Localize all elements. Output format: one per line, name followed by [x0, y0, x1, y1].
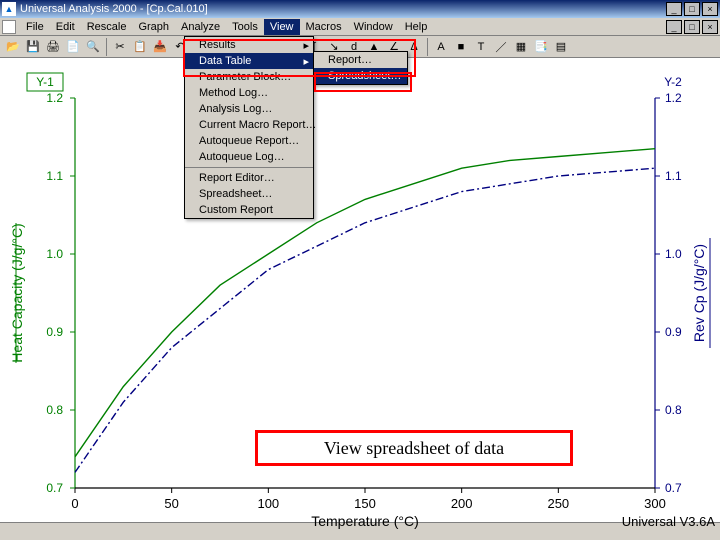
menu-item-label: Data Table [199, 55, 251, 67]
menu-analyze[interactable]: Analyze [175, 19, 226, 35]
x-tick-label: 200 [451, 496, 473, 511]
view-menu-parameter-block[interactable]: Parameter Block… [185, 69, 313, 85]
print1-button[interactable]: 🖨 [44, 38, 62, 56]
y2-marker: Y-2 [664, 75, 682, 89]
view-dropdown: Results ▸ Data Table ▸ Report… Spreadshe… [184, 36, 314, 219]
plot-svg: 0501001502002503000.70.80.91.01.11.20.70… [0, 58, 720, 540]
app-icon: ▲ [2, 2, 16, 16]
y-left-tick-label: 0.9 [46, 325, 63, 339]
x-tick-label: 0 [71, 496, 78, 511]
menu-window[interactable]: Window [348, 19, 399, 35]
series-0 [75, 149, 655, 457]
x-tick-label: 250 [547, 496, 569, 511]
y-left-tick-label: 0.7 [46, 481, 63, 495]
stop-button[interactable]: ■ [452, 38, 470, 56]
y-left-tick-label: 1.1 [46, 169, 63, 183]
view-menu-analysis-log[interactable]: Analysis Log… [185, 101, 313, 117]
submenu-arrow-icon: ▸ [303, 55, 309, 68]
view-menu-autoqueue-report[interactable]: Autoqueue Report… [185, 133, 313, 149]
app-title: Universal Analysis 2000 - [Cp.Cal.010] [20, 3, 208, 15]
x-tick-label: 300 [644, 496, 666, 511]
annotation-callout: View spreadsheet of data [255, 430, 573, 466]
print2-button[interactable]: 📄 [64, 38, 82, 56]
view-menu-current-macro-report[interactable]: Current Macro Report… [185, 117, 313, 133]
y-right-tick-label: 1.1 [665, 169, 682, 183]
view-menu-method-log[interactable]: Method Log… [185, 85, 313, 101]
y-left-tick-label: 0.8 [46, 403, 63, 417]
cut-button[interactable]: ✂ [111, 38, 129, 56]
doc-close-button[interactable]: × [702, 20, 718, 34]
y-left-tick-label: 1.0 [46, 247, 63, 261]
y-left-axis-label: Heat Capacity (J/g/°C) [9, 223, 25, 362]
y-right-tick-label: 0.9 [665, 325, 682, 339]
y-right-tick-label: 0.8 [665, 403, 682, 417]
y-right-axis-label: Rev Cp (J/g/°C) [691, 244, 707, 342]
minimize-button[interactable]: _ [666, 2, 682, 16]
title-bar: ▲ Universal Analysis 2000 - [Cp.Cal.010]… [0, 0, 720, 18]
toolbar-separator [427, 38, 428, 56]
view-menu-spreadsheet[interactable]: Spreadsheet… [185, 186, 313, 202]
y-right-tick-label: 1.2 [665, 91, 682, 105]
y-left-tick-label: 1.2 [46, 91, 63, 105]
y-right-tick-label: 0.7 [665, 481, 682, 495]
open-button[interactable]: 📂 [4, 38, 22, 56]
x-tick-label: 50 [164, 496, 178, 511]
text-button[interactable]: T [472, 38, 490, 56]
view-menu-custom-report[interactable]: Custom Report [185, 202, 313, 218]
data-table-button[interactable]: ▦ [512, 38, 530, 56]
submenu-spreadsheet[interactable]: Spreadsheet… [314, 68, 407, 84]
series-1 [75, 168, 655, 472]
x-axis-label: Temperature (°C) [311, 513, 419, 529]
data-table-submenu: Report… Spreadsheet… [313, 51, 408, 85]
auto-button[interactable]: A [432, 38, 450, 56]
view-menu-autoqueue-log[interactable]: Autoqueue Log… [185, 149, 313, 165]
annotation-text: View spreadsheet of data [324, 438, 504, 459]
menu-graph[interactable]: Graph [132, 19, 175, 35]
submenu-arrow-icon: ▸ [303, 39, 309, 52]
chart-area: 0501001502002503000.70.80.91.01.11.20.70… [0, 58, 720, 522]
view-menu-data-table[interactable]: Data Table ▸ Report… Spreadsheet… [185, 53, 313, 69]
copy-button[interactable]: 📋 [131, 38, 149, 56]
doc-icon [2, 20, 16, 34]
menu-tools[interactable]: Tools [226, 19, 264, 35]
menu-rescale[interactable]: Rescale [81, 19, 133, 35]
maximize-button[interactable]: □ [684, 2, 700, 16]
spreadsheet-button[interactable]: ▤ [552, 38, 570, 56]
x-tick-label: 150 [354, 496, 376, 511]
menu-help[interactable]: Help [399, 19, 434, 35]
view-menu-report-editor[interactable]: Report Editor… [185, 167, 313, 186]
menu-view[interactable]: View [264, 19, 300, 35]
view-menu-results[interactable]: Results ▸ [185, 37, 313, 53]
doc-maximize-button[interactable]: □ [684, 20, 700, 34]
doc-minimize-button[interactable]: _ [666, 20, 682, 34]
menu-file[interactable]: File [20, 19, 50, 35]
menu-bar: File Edit Rescale Graph Analyze Tools Vi… [0, 18, 720, 36]
toolbar-separator [106, 38, 107, 56]
x-tick-label: 100 [257, 496, 279, 511]
menu-macros[interactable]: Macros [300, 19, 348, 35]
y1-marker: Y-1 [36, 75, 54, 89]
menu-item-label: Results [199, 39, 236, 51]
brand-label: Universal V3.6A [622, 514, 716, 529]
y-right-tick-label: 1.0 [665, 247, 682, 261]
menu-edit[interactable]: Edit [50, 19, 81, 35]
preview-button[interactable]: 🔍 [84, 38, 102, 56]
report-button[interactable]: 📑 [532, 38, 550, 56]
line-tool-button[interactable]: ／ [492, 38, 510, 56]
save-button[interactable]: 💾 [24, 38, 42, 56]
submenu-report[interactable]: Report… [314, 52, 407, 68]
close-button[interactable]: × [702, 2, 718, 16]
paste-button[interactable]: 📥 [151, 38, 169, 56]
